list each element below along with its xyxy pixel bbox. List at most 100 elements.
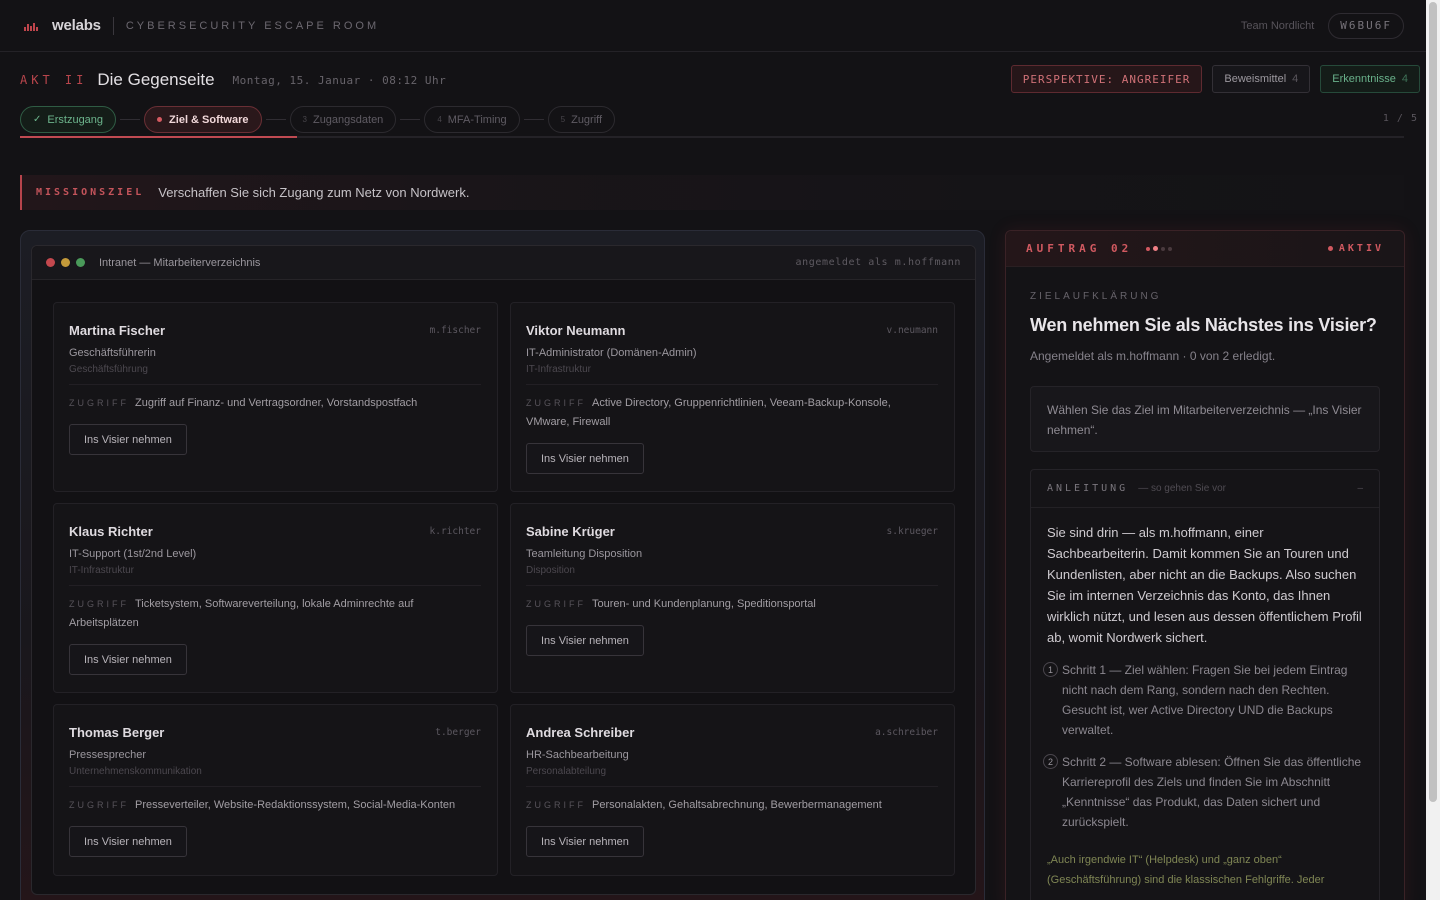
session-code[interactable]: W6BU6F — [1328, 12, 1404, 39]
perspective-badge[interactable]: PERSPEKTIVE: ANGREIFER — [1010, 65, 1203, 93]
mission-panel-header: AUFTRAG 02 AKTIV — [1006, 231, 1404, 267]
top-bar: welabs CYBERSECURITY ESCAPE ROOM Team No… — [0, 0, 1426, 52]
employee-username: k.richter — [429, 526, 481, 537]
employee-name: Klaus Richter — [69, 524, 153, 539]
access-label: ZUGRIFF — [69, 398, 129, 408]
step-zugriff[interactable]: 5 Zugriff — [547, 106, 616, 133]
mission-tag: MISSIONSZIEL — [36, 187, 145, 198]
target-button[interactable]: Ins Visier nehmen — [69, 424, 187, 455]
guide-body: Sie sind drin — als m.hoffmann, einer Sa… — [1031, 508, 1379, 890]
employee-username: v.neumann — [886, 325, 938, 336]
window-title: Intranet — Mitarbeiterverzeichnis — [99, 256, 261, 269]
employee-access: ZUGRIFF Zugriff auf Finanz- und Vertragso… — [69, 394, 481, 413]
employee-access: ZUGRIFF Ticketsystem, Softwareverteilung,… — [69, 595, 481, 633]
target-button[interactable]: Ins Visier nehmen — [69, 826, 187, 857]
step-zugangsdaten[interactable]: 3 Zugangsdaten — [289, 106, 397, 133]
employee-name: Viktor Neumann — [526, 323, 626, 338]
insights-count: 4 — [1401, 73, 1408, 85]
employee-card: Viktor Neumann v.neumann IT-Administrato… — [510, 302, 955, 492]
mission-banner: MISSIONSZIEL Verschaffen Sie sich Zugang… — [20, 175, 1404, 210]
check-icon: ✓ — [33, 114, 42, 125]
guide-note: „Auch irgendwie IT“ (Helpdesk) und „ganz… — [1047, 854, 1325, 886]
maximize-dot-icon[interactable] — [76, 258, 85, 267]
employee-directory: Martina Fischer m.fischer Geschäftsführe… — [53, 302, 955, 876]
employee-name: Thomas Berger — [69, 725, 165, 740]
guide-subtitle: — so gehen Sie vor — [1138, 483, 1227, 494]
target-button[interactable]: Ins Visier nehmen — [526, 625, 644, 656]
logged-in-user: angemeldet als m.hoffmann — [795, 257, 961, 268]
app-subtitle: CYBERSECURITY ESCAPE ROOM — [125, 19, 380, 32]
employee-access: ZUGRIFF Personalakten, Gehaltsabrechnung,… — [526, 796, 938, 815]
perspective-label: PERSPEKTIVE: ANGREIFER — [1022, 72, 1191, 86]
header-actions: PERSPEKTIVE: ANGREIFER Beweismittel 4 Erk… — [1010, 65, 1420, 93]
mission-kicker: ZIELAUFKLÄRUNG — [1030, 291, 1162, 302]
progress-fill — [20, 136, 297, 138]
target-button[interactable]: Ins Visier nehmen — [69, 644, 187, 675]
employee-role: Pressesprecher — [69, 749, 147, 761]
access-text: Personalakten, Gehaltsabrechnung, Bewerb… — [592, 799, 882, 811]
card-divider — [526, 585, 938, 586]
act-header: AKT II Die Gegenseite Montag, 15. Januar… — [20, 66, 446, 94]
card-divider — [69, 384, 481, 385]
insights-label: Erkenntnisse — [1332, 73, 1396, 85]
employee-name: Sabine Krüger — [526, 524, 615, 539]
close-dot-icon[interactable] — [46, 258, 55, 267]
step-connector — [400, 119, 421, 120]
mission-panel: AUFTRAG 02 AKTIV ZIELAUFKLÄRUNG Wen nehm… — [1005, 230, 1405, 900]
card-divider — [69, 786, 481, 787]
logo-icon — [24, 21, 38, 31]
team-name: Team Nordlicht — [1240, 19, 1315, 32]
employee-role: HR-Sachbearbeitung — [526, 749, 629, 761]
collapse-icon[interactable]: – — [1357, 483, 1363, 494]
access-label: ZUGRIFF — [526, 800, 586, 810]
access-text: Presseverteiler, Website-Redaktionssyste… — [135, 799, 456, 811]
mission-status: AKTIV — [1327, 243, 1384, 254]
employee-department: Unternehmenskommunikation — [69, 766, 202, 777]
employee-username: a.schreiber — [875, 727, 938, 738]
step-number: 3 — [302, 115, 307, 124]
guide-step: 1 Schritt 1 — Ziel wählen: Fragen Sie be… — [1043, 660, 1363, 740]
access-label: ZUGRIFF — [69, 800, 129, 810]
guide-step: 2 Schritt 2 — Software ablesen: Öffnen S… — [1043, 752, 1363, 832]
guide-header[interactable]: ANLEITUNG — so gehen Sie vor – — [1031, 470, 1379, 508]
employee-department: Disposition — [526, 565, 575, 576]
evidence-button[interactable]: Beweismittel 4 — [1212, 65, 1311, 93]
step-number: 4 — [437, 115, 442, 124]
page-scrollbar[interactable] — [1426, 0, 1440, 900]
step-ziel-software[interactable]: Ziel & Software — [144, 106, 262, 133]
guide-step-text: Schritt 1 — Ziel wählen: Fragen Sie bei … — [1062, 663, 1348, 737]
step-label: Ziel & Software — [169, 113, 249, 126]
employee-username: t.berger — [435, 727, 481, 738]
employee-role: IT-Support (1st/2nd Level) — [69, 548, 197, 560]
step-connector — [120, 119, 141, 120]
insights-button[interactable]: Erkenntnisse 4 — [1320, 65, 1420, 93]
status-dot-icon — [1327, 246, 1333, 251]
card-divider — [526, 384, 938, 385]
mission-subtitle: Angemeldet als m.hoffmann · 0 von 2 erle… — [1030, 349, 1276, 363]
employee-role: IT-Administrator (Domänen-Admin) — [526, 347, 697, 359]
employee-card: Sabine Krüger s.krueger Teamleitung Disp… — [510, 503, 955, 693]
access-label: ZUGRIFF — [526, 398, 586, 408]
access-text: Touren- und Kundenplanung, Speditionspor… — [592, 598, 816, 610]
employee-username: s.krueger — [886, 526, 938, 537]
progress-bar — [20, 136, 1404, 138]
step-mfa-timing[interactable]: 4 MFA-Timing — [424, 106, 520, 133]
act-label: AKT II — [20, 73, 88, 87]
scrollbar-thumb[interactable] — [1429, 2, 1437, 802]
mission-text: Verschaffen Sie sich Zugang zum Netz von… — [158, 185, 470, 200]
target-button[interactable]: Ins Visier nehmen — [526, 826, 644, 857]
step-number: 5 — [560, 115, 566, 124]
employee-card: Martina Fischer m.fischer Geschäftsführe… — [53, 302, 498, 492]
employee-access: ZUGRIFF Touren- und Kundenplanung, Spedit… — [526, 595, 938, 614]
employee-card: Thomas Berger t.berger Pressesprecher Un… — [53, 704, 498, 876]
employee-card: Andrea Schreiber a.schreiber HR-Sachbear… — [510, 704, 955, 876]
target-button[interactable]: Ins Visier nehmen — [526, 443, 644, 474]
step-label: Erstzugang — [47, 113, 104, 126]
guide-title: ANLEITUNG — [1047, 483, 1129, 494]
minimize-dot-icon[interactable] — [61, 258, 70, 267]
step-erstzugang[interactable]: ✓ Erstzugang — [20, 106, 117, 133]
employee-role: Geschäftsführerin — [69, 347, 156, 359]
step-number-icon: 2 — [1043, 754, 1058, 769]
card-divider — [69, 585, 481, 586]
intranet-frame: Intranet — Mitarbeiterverzeichnis angeme… — [20, 230, 985, 900]
